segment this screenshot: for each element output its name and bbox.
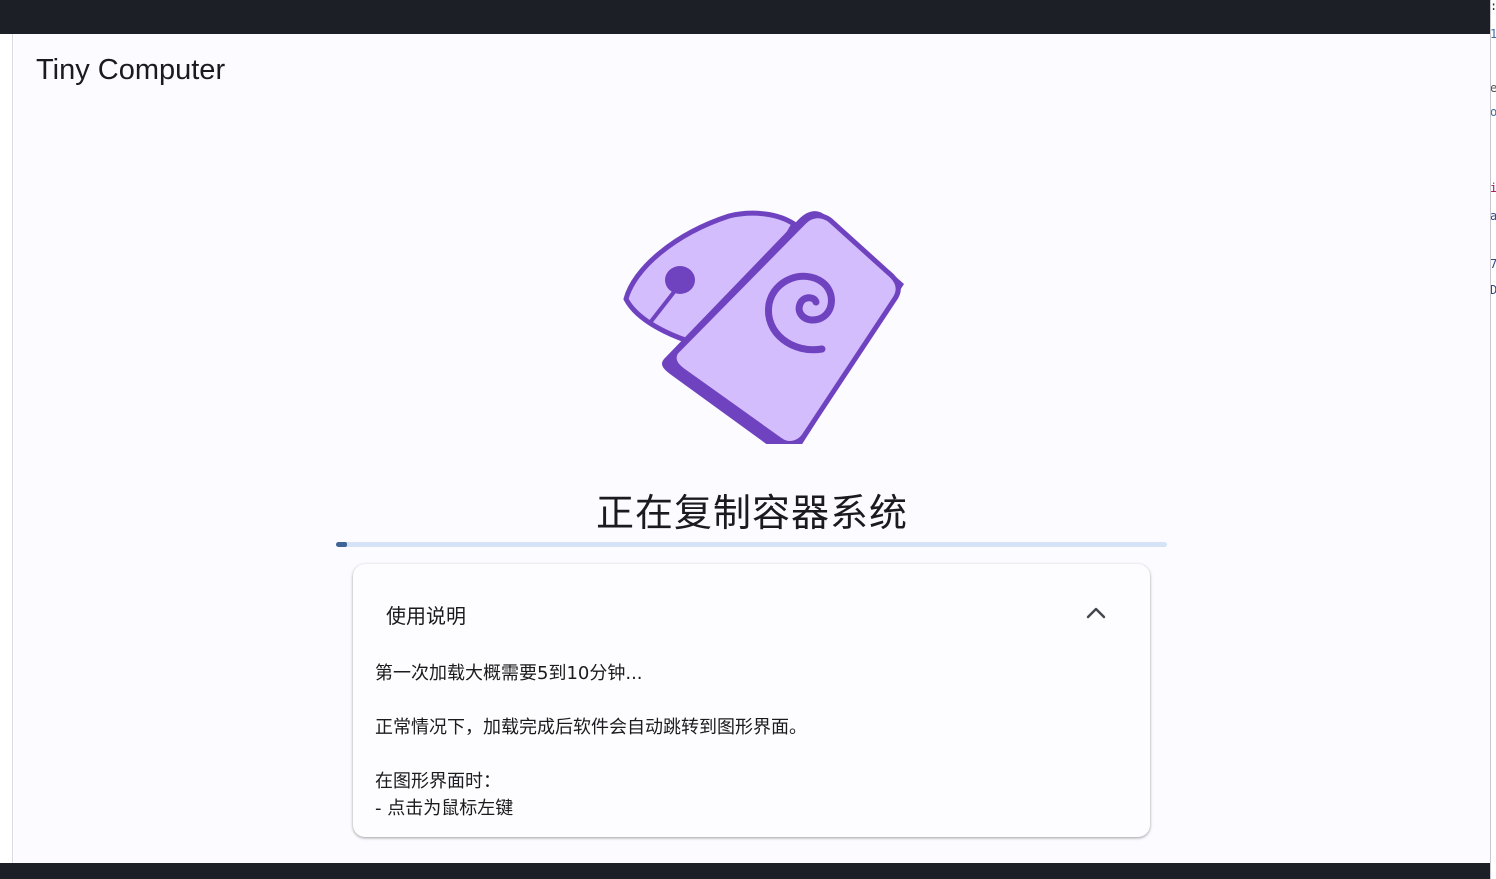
phone-mouse-debian-logo xyxy=(604,174,904,455)
copy-progress-bar xyxy=(336,542,1167,547)
instruction-line: ​ xyxy=(375,741,1135,768)
instruction-line: 在图形界面时： xyxy=(375,771,501,792)
instructions-title: 使用说明 xyxy=(386,604,466,628)
window-top-bar xyxy=(0,0,1490,34)
instruction-line: - 点击为鼠标左键 xyxy=(375,798,514,819)
window-bottom-bar xyxy=(0,863,1490,879)
instructions-header[interactable]: 使用说明 xyxy=(353,564,1150,660)
app-window: Tiny Computer 正在复制容器系统 使用说明 第一次加载大概需要5到1… xyxy=(14,34,1490,863)
instruction-line: 第一次加载大概需要5到10分钟... xyxy=(375,663,643,684)
app-title: Tiny Computer xyxy=(36,54,226,86)
status-title: 正在复制容器系统 xyxy=(595,491,908,535)
instruction-line: ​ xyxy=(375,687,1135,714)
instructions-body: 第一次加载大概需要5到10分钟... ​ 正常情况下，加载完成后软件会自动跳转到… xyxy=(375,660,1135,822)
background-window-edge: : 1 e o i a 7 D xyxy=(1490,0,1496,879)
chevron-up-icon[interactable] xyxy=(1081,598,1111,628)
instruction-line: 正常情况下，加载完成后软件会自动跳转到图形界面。 xyxy=(375,717,807,738)
instructions-card: 使用说明 第一次加载大概需要5到10分钟... ​ 正常情况下，加载完成后软件会… xyxy=(353,564,1150,837)
copy-progress-fill xyxy=(336,542,347,547)
window-left-border xyxy=(0,34,13,863)
